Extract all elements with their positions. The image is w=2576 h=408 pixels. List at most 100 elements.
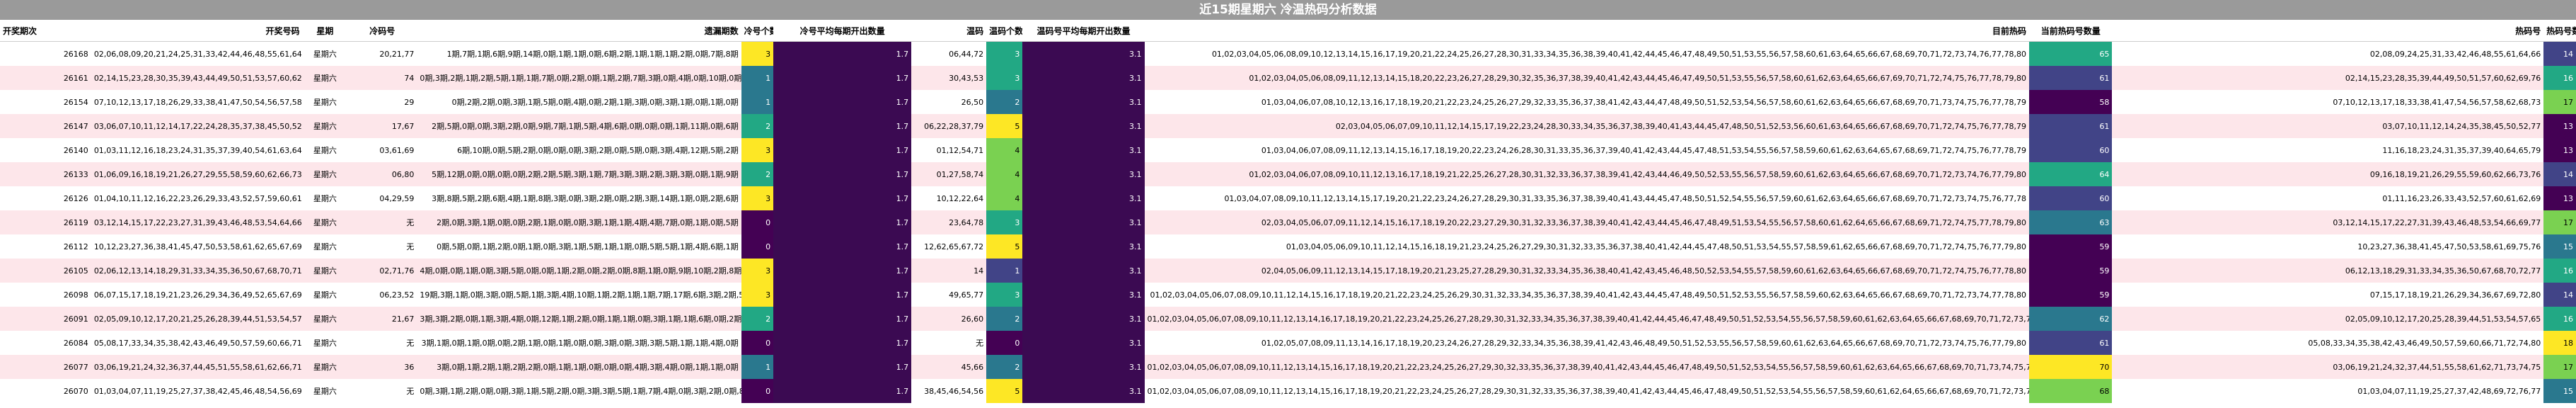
cell-warm-avg: 3.1 <box>1022 162 1145 186</box>
cell-weekday: 星期六 <box>302 186 348 210</box>
cell-cold-avg: 1.7 <box>773 379 912 403</box>
col-hot-nums-count[interactable]: 热码号数量 <box>2543 20 2576 42</box>
cell-warm-count: 2 <box>986 90 1023 114</box>
table-row[interactable]: 26077 03,06,19,21,24,32,36,37,44,45,51,55… <box>0 355 2576 379</box>
cell-warm-avg: 3.1 <box>1022 210 1145 234</box>
cell-hot-count: 63 <box>2029 210 2113 234</box>
cell-hot-count: 60 <box>2029 186 2113 210</box>
cell-cold-avg: 1.7 <box>773 66 912 90</box>
cell-warm-count: 5 <box>986 379 1023 403</box>
col-miss[interactable]: 遗漏期数 <box>417 20 741 42</box>
cell-hot: 01,02,03,04,05,06,08,09,11,12,13,14,15,1… <box>1144 66 2030 90</box>
col-period[interactable]: 开奖期次 <box>0 20 91 42</box>
cell-hot-nums: 03,06,19,21,24,32,37,44,51,55,58,61,62,7… <box>2112 355 2544 379</box>
col-cold[interactable]: 冷码号 <box>347 20 417 42</box>
page-title: 近15期星期六 冷温热码分析数据 <box>0 0 2576 20</box>
table-row[interactable]: 26161 02,14,15,23,28,30,35,39,43,44,49,50… <box>0 66 2576 90</box>
cell-hot: 02,03,04,05,06,07,09,11,12,14,15,16,17,1… <box>1144 210 2030 234</box>
cell-warm: 14 <box>911 259 987 283</box>
cell-hot-nums: 03,12,14,15,17,22,27,31,39,43,46,48,53,5… <box>2112 210 2544 234</box>
col-weekday[interactable]: 星期 <box>302 20 348 42</box>
cell-warm: 38,45,46,54,56 <box>911 379 987 403</box>
cell-hot-nums: 07,10,12,13,17,18,33,38,41,47,54,56,57,5… <box>2112 90 2544 114</box>
cell-cold-avg: 1.7 <box>773 162 912 186</box>
cell-warm-count: 0 <box>986 331 1023 355</box>
table-row[interactable]: 26147 03,06,07,10,11,12,14,17,22,24,28,35… <box>0 114 2576 138</box>
cell-miss: 0期,3期,2期,1期,2期,5期,1期,1期,7期,0期,2期,0期,1期,2… <box>417 66 741 90</box>
cell-cold-count: 2 <box>741 114 774 138</box>
table-row[interactable]: 26098 06,07,15,17,18,19,21,23,26,29,34,36… <box>0 283 2576 307</box>
col-warm[interactable]: 温码 <box>911 20 987 42</box>
cell-warm-avg: 3.1 <box>1022 66 1145 90</box>
cell-cold-count: 1 <box>741 90 774 114</box>
cell-cold: 无 <box>347 331 417 355</box>
col-hot-nums[interactable]: 热码号 <box>2112 20 2544 42</box>
cell-cold: 20,21,77 <box>347 41 417 66</box>
cell-warm: 26,50 <box>911 90 987 114</box>
cell-hot-count: 59 <box>2029 283 2113 307</box>
table-row[interactable]: 26112 10,12,23,27,36,38,41,45,47,50,53,58… <box>0 234 2576 259</box>
cell-cold: 17,67 <box>347 114 417 138</box>
col-cold-avg[interactable]: 冷号平均每期开出数量 <box>773 20 912 42</box>
cell-warm: 30,43,53 <box>911 66 987 90</box>
table-row[interactable]: 26070 01,03,04,07,11,19,25,27,37,38,42,45… <box>0 379 2576 403</box>
cell-cold-count: 3 <box>741 283 774 307</box>
table-row[interactable]: 26119 03,12,14,15,17,22,23,27,31,39,43,46… <box>0 210 2576 234</box>
table-row[interactable]: 26105 02,06,12,13,14,18,29,31,33,34,35,36… <box>0 259 2576 283</box>
cell-numbers: 03,06,19,21,24,32,36,37,44,45,51,55,58,6… <box>91 355 303 379</box>
col-hot[interactable]: 目前热码 <box>1144 20 2030 42</box>
cell-hot: 02,04,05,06,09,11,12,13,14,15,17,18,19,2… <box>1144 259 2030 283</box>
cell-hot-nums-count: 15 <box>2543 379 2576 403</box>
cell-cold: 21,67 <box>347 307 417 331</box>
cell-cold-count: 1 <box>741 66 774 90</box>
cell-cold-avg: 1.7 <box>773 114 912 138</box>
table-row[interactable]: 26154 07,10,12,13,17,18,26,29,33,38,41,47… <box>0 90 2576 114</box>
table-row[interactable]: 26133 01,06,09,16,18,19,21,26,27,29,55,58… <box>0 162 2576 186</box>
cell-weekday: 星期六 <box>302 259 348 283</box>
cell-weekday: 星期六 <box>302 41 348 66</box>
cell-miss: 19期,3期,1期,0期,3期,0期,5期,1期,3期,4期,10期,1期,2期… <box>417 283 741 307</box>
cell-hot-count: 64 <box>2029 162 2113 186</box>
col-warm-count[interactable]: 温码个数 <box>986 20 1023 42</box>
cell-warm: 无 <box>911 331 987 355</box>
cell-period: 26077 <box>0 355 91 379</box>
cell-hot-count: 61 <box>2029 114 2113 138</box>
col-warm-avg[interactable]: 温码号平均每期开出数量 <box>1022 20 1145 42</box>
col-hot-count[interactable]: 当前热码号数量 <box>2029 20 2113 42</box>
cell-hot: 01,03,04,07,08,09,10,11,12,13,14,15,17,1… <box>1144 186 2030 210</box>
cell-cold-avg: 1.7 <box>773 138 912 162</box>
cell-cold: 06,80 <box>347 162 417 186</box>
cell-hot: 01,03,04,05,06,09,10,11,12,14,15,16,18,1… <box>1144 234 2030 259</box>
cell-warm-avg: 3.1 <box>1022 307 1145 331</box>
col-cold-count[interactable]: 冷号个数 <box>741 20 774 42</box>
cell-miss: 0期,3期,1期,2期,0期,0期,3期,1期,5期,2期,0期,3期,3期,5… <box>417 379 741 403</box>
cell-period: 26168 <box>0 41 91 66</box>
cell-weekday: 星期六 <box>302 355 348 379</box>
cell-hot: 02,03,04,05,06,07,09,10,11,12,14,15,17,1… <box>1144 114 2030 138</box>
cell-warm: 06,44,72 <box>911 41 987 66</box>
cell-warm-count: 2 <box>986 307 1023 331</box>
cell-warm-avg: 3.1 <box>1022 234 1145 259</box>
table-row[interactable]: 26091 02,05,09,10,12,17,20,21,25,26,28,39… <box>0 307 2576 331</box>
cell-hot-nums-count: 14 <box>2543 162 2576 186</box>
table-row[interactable]: 26084 05,08,17,33,34,35,38,42,43,46,49,50… <box>0 331 2576 355</box>
cell-numbers: 01,03,04,07,11,19,25,27,37,38,42,45,46,4… <box>91 379 303 403</box>
cell-hot-nums-count: 15 <box>2543 234 2576 259</box>
cell-cold-avg: 1.7 <box>773 331 912 355</box>
cell-weekday: 星期六 <box>302 331 348 355</box>
cell-cold-avg: 1.7 <box>773 186 912 210</box>
cell-hot-nums-count: 16 <box>2543 259 2576 283</box>
cell-cold-avg: 1.7 <box>773 355 912 379</box>
cell-hot: 01,02,03,04,05,06,07,08,09,10,11,12,13,1… <box>1144 307 2030 331</box>
cell-miss: 0期,2期,2期,0期,3期,1期,5期,0期,4期,0期,2期,1期,3期,0… <box>417 90 741 114</box>
cell-cold: 74 <box>347 66 417 90</box>
table-row[interactable]: 26126 01,04,10,11,12,16,22,23,26,29,33,43… <box>0 186 2576 210</box>
cell-warm-count: 5 <box>986 234 1023 259</box>
table-row[interactable]: 26168 02,06,08,09,20,21,24,25,31,33,42,44… <box>0 41 2576 66</box>
table-row[interactable]: 26140 01,03,11,12,16,18,23,24,31,35,37,39… <box>0 138 2576 162</box>
cell-hot-nums-count: 17 <box>2543 90 2576 114</box>
cell-hot: 01,02,03,04,06,07,08,09,10,11,12,13,16,1… <box>1144 162 2030 186</box>
cell-warm-count: 4 <box>986 186 1023 210</box>
col-numbers[interactable]: 开奖号码 <box>91 20 303 42</box>
cell-warm-avg: 3.1 <box>1022 41 1145 66</box>
